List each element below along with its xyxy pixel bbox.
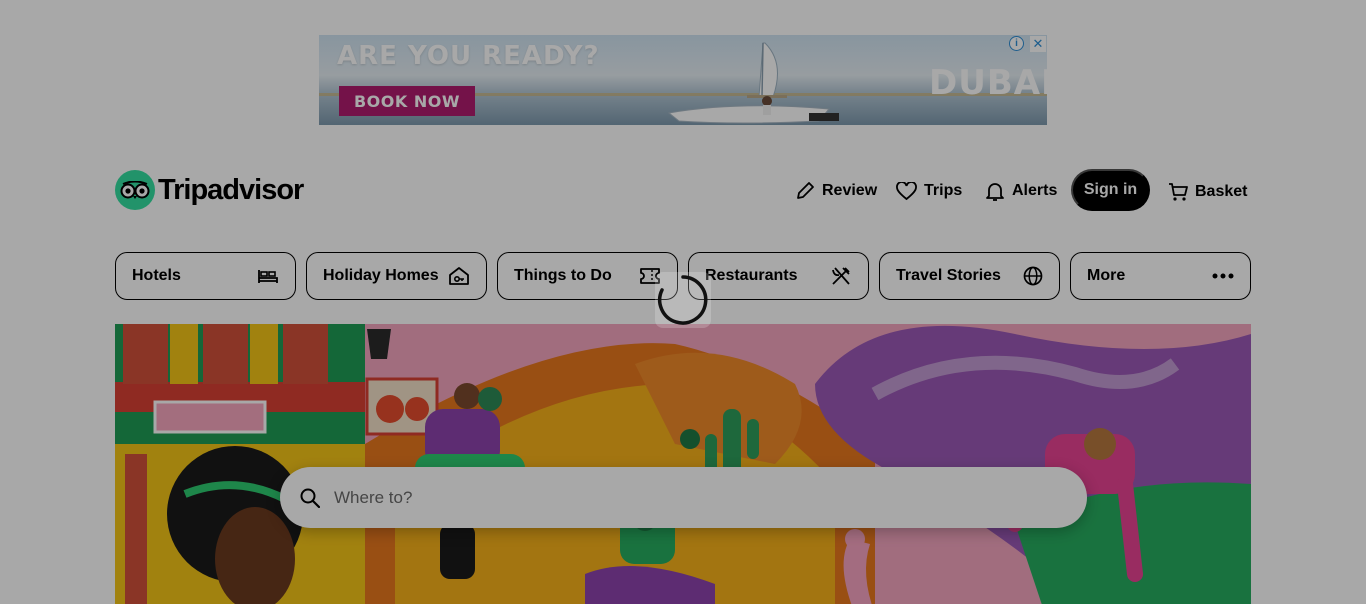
basket-link[interactable]: Basket [1168,171,1247,213]
ad-headline: ARE YOU READY? [337,41,600,71]
house-key-icon [449,267,469,285]
info-icon[interactable]: i [1009,36,1024,51]
tab-restaurants[interactable]: Restaurants [688,252,869,300]
globe-icon [1023,266,1043,286]
owl-icon [115,170,155,210]
burj-al-arab-illustration [747,42,787,98]
heart-icon [896,181,917,200]
trips-link[interactable]: Trips [896,170,962,212]
cart-icon [1169,183,1188,201]
sign-in-button[interactable]: Sign in [1071,169,1150,211]
search-bar[interactable] [280,467,1087,528]
tab-things-to-do[interactable]: Things to Do [497,252,678,300]
alerts-label: Alerts [1012,182,1058,199]
more-dots-icon [1212,273,1234,279]
spinner-icon [658,275,708,325]
tripadvisor-logo[interactable]: Tripadvisor [115,170,304,210]
close-icon[interactable]: ✕ [1030,36,1046,52]
jetski-rider-illustration [667,96,839,124]
logo-wordmark: Tripadvisor [158,173,304,206]
fork-knife-icon [832,267,850,285]
hero-illustration [115,324,1251,604]
tab-things-to-do-label: Things to Do [514,267,612,284]
search-icon [300,488,320,508]
tab-hotels[interactable]: Hotels [115,252,296,300]
review-link[interactable]: Review [795,170,877,212]
tab-hotels-label: Hotels [132,267,181,284]
tab-travel-stories-label: Travel Stories [896,267,1001,284]
tab-restaurants-label: Restaurants [705,267,798,284]
trips-label: Trips [924,182,963,199]
bed-icon [258,270,278,283]
loading-spinner [655,272,711,328]
ad-brand-logo: DUBAI [929,63,1047,103]
tab-holiday-homes-label: Holiday Homes [323,267,439,284]
tab-more-label: More [1087,267,1126,284]
hero-artwork [115,324,1251,604]
review-label: Review [822,182,878,199]
pencil-icon [797,182,814,199]
book-now-button[interactable]: BOOK NOW [339,86,475,116]
tab-travel-stories[interactable]: Travel Stories [879,252,1060,300]
tab-holiday-homes[interactable]: Holiday Homes [306,252,487,300]
search-input[interactable] [334,487,1034,508]
alerts-link[interactable]: Alerts [985,170,1057,212]
ad-banner[interactable]: ARE YOU READY? BOOK NOW DUBAI i ✕ [319,35,1047,125]
tab-more[interactable]: More [1070,252,1251,300]
basket-label: Basket [1195,183,1248,200]
bell-icon [986,182,1004,201]
